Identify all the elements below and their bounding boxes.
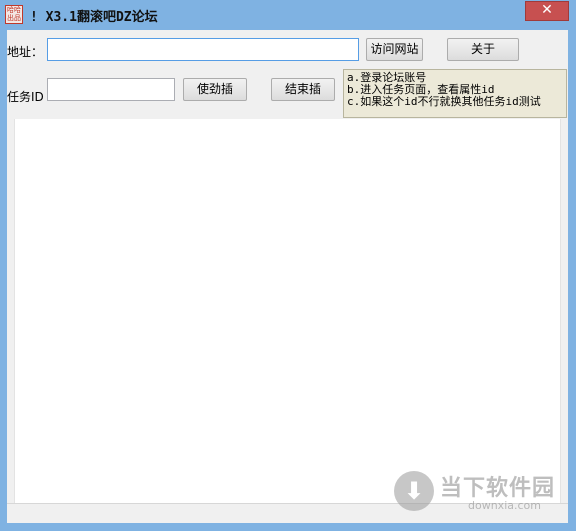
close-button[interactable]: ✕ xyxy=(525,1,569,21)
app-icon-text: 哈哈出品 xyxy=(7,6,21,22)
visit-site-button[interactable]: 访问网站 xyxy=(366,38,423,61)
task-id-input[interactable] xyxy=(47,78,175,101)
window-title: ! X3.1翻滚吧DZ论坛 xyxy=(30,10,158,25)
web-browser-panel[interactable] xyxy=(14,119,561,503)
stop-button[interactable]: 结束插 xyxy=(271,78,335,101)
address-input[interactable] xyxy=(47,38,359,61)
title-bar[interactable]: 哈哈出品 ! X3.1翻滚吧DZ论坛 ✕ xyxy=(0,0,576,30)
instructions-tooltip: a.登录论坛账号 b.进入任务页面，查看属性id c.如果这个id不行就换其他任… xyxy=(343,69,567,118)
start-button[interactable]: 使劲插 xyxy=(183,78,247,101)
about-button[interactable]: 关于 xyxy=(447,38,519,61)
watermark-url: downxia.com xyxy=(468,499,541,512)
close-icon: ✕ xyxy=(541,2,553,18)
instruction-step-c: c.如果这个id不行就换其他任务id测试 xyxy=(347,95,541,108)
watermark-brand: 当下软件园 xyxy=(440,476,556,501)
download-circle-icon: ⬇ xyxy=(394,471,434,511)
watermark: ⬇ 当下软件园 downxia.com xyxy=(392,467,562,517)
address-label: 地址： xyxy=(7,45,44,59)
app-seal-icon: 哈哈出品 xyxy=(5,5,23,24)
task-id-label: 任务ID xyxy=(7,90,44,104)
app-window: 哈哈出品 ! X3.1翻滚吧DZ论坛 ✕ 地址： 访问网站 关于 任务ID 使劲… xyxy=(0,0,576,531)
